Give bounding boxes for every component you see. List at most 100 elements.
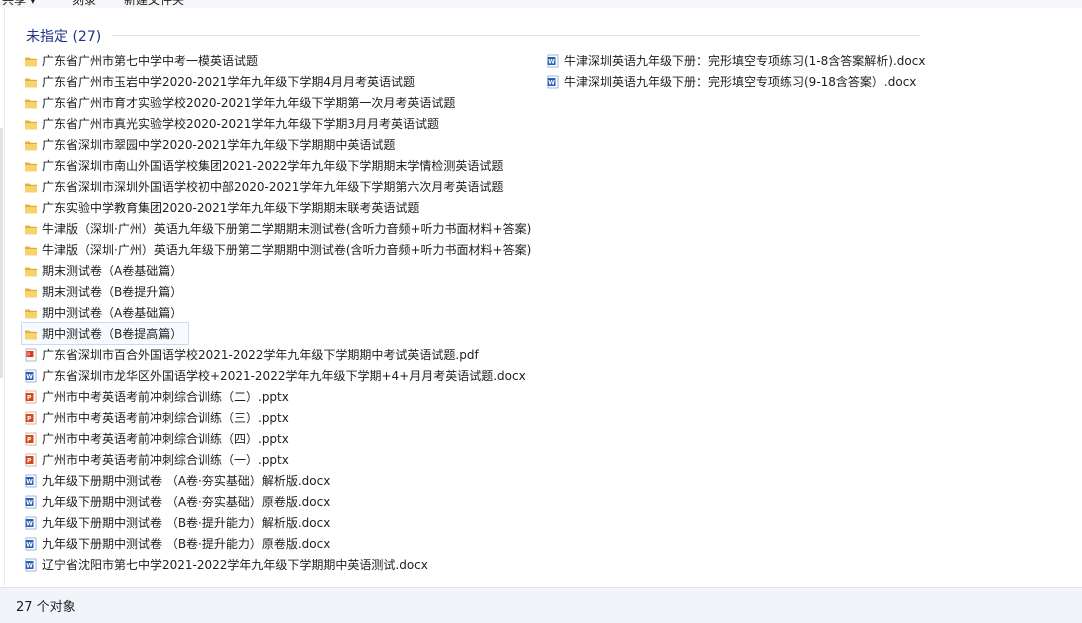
file-name: 广州市中考英语考前冲刺综合训练（四）.pptx	[42, 432, 289, 446]
share-button[interactable]: 共享 ▾	[2, 0, 36, 8]
svg-text:W: W	[26, 478, 33, 485]
file-item[interactable]: 期中测试卷（B卷提高篇）	[21, 322, 189, 345]
folder-icon	[24, 180, 38, 194]
group-header[interactable]: 未指定 (27)	[26, 26, 101, 46]
folder-icon	[24, 54, 38, 68]
svg-text:W: W	[26, 499, 33, 506]
item-count: 27 个对象	[16, 600, 76, 615]
file-name: 广东省深圳市龙华区外国语学校+2021-2022学年九年级下学期+4+月月考英语…	[42, 369, 526, 383]
word-file-icon: W	[24, 495, 38, 509]
file-item[interactable]: 广东省深圳市深圳外国语学校初中部2020-2021学年九年级下学期第六次月考英语…	[22, 176, 532, 197]
file-item[interactable]: 广东省深圳市南山外国语学校集团2021-2022学年九年级下学期期末学情检测英语…	[22, 155, 532, 176]
svg-text:P: P	[27, 436, 32, 443]
svg-text:P: P	[27, 351, 30, 357]
file-name: 广东省深圳市深圳外国语学校初中部2020-2021学年九年级下学期第六次月考英语…	[42, 180, 504, 194]
file-item[interactable]: W 牛津深圳英语九年级下册：完形填空专项练习(9-18含答案）.docx	[544, 71, 934, 92]
file-name: 广东省广州市第七中学中考一模英语试题	[42, 54, 259, 68]
svg-text:W: W	[26, 541, 33, 548]
file-item[interactable]: W 九年级下册期中测试卷 （B卷·提升能力）原卷版.docx	[22, 533, 532, 554]
file-name: 广东省广州市玉岩中学2020-2021学年九年级下学期4月月考英语试题	[42, 75, 416, 89]
folder-icon	[24, 243, 38, 257]
file-name: 九年级下册期中测试卷 （A卷·夯实基础）原卷版.docx	[42, 495, 331, 509]
scroll-thumb[interactable]	[0, 128, 3, 378]
word-file-icon: W	[24, 537, 38, 551]
svg-text:P: P	[27, 394, 32, 401]
file-name: 广东省深圳市南山外国语学校集团2021-2022学年九年级下学期期末学情检测英语…	[42, 159, 504, 173]
file-item[interactable]: 牛津版（深圳·广州）英语九年级下册第二学期期末测试卷(含听力音频+听力书面材料+…	[22, 218, 532, 239]
file-name: 期末测试卷（A卷基础篇）	[42, 264, 183, 278]
word-file-icon: W	[546, 75, 560, 89]
folder-icon	[24, 264, 38, 278]
folder-icon	[24, 159, 38, 173]
folder-icon	[24, 138, 38, 152]
file-name: 牛津深圳英语九年级下册：完形填空专项练习(9-18含答案）.docx	[564, 75, 917, 89]
file-item[interactable]: 广东实验中学教育集团2020-2021学年九年级下学期期末联考英语试题	[22, 197, 532, 218]
folder-icon	[24, 222, 38, 236]
file-name: 九年级下册期中测试卷 （B卷·提升能力）解析版.docx	[42, 516, 331, 530]
file-name: 广州市中考英语考前冲刺综合训练（二）.pptx	[42, 390, 289, 404]
file-item[interactable]: W 九年级下册期中测试卷 （B卷·提升能力）解析版.docx	[22, 512, 532, 533]
file-name: 广东实验中学教育集团2020-2021学年九年级下学期期末联考英语试题	[42, 201, 420, 215]
folder-icon	[24, 306, 38, 320]
file-item[interactable]: P 广州市中考英语考前冲刺综合训练（一）.pptx	[22, 449, 532, 470]
word-file-icon: W	[24, 558, 38, 572]
svg-text:W: W	[548, 58, 555, 65]
file-item[interactable]: 广东省广州市真光实验学校2020-2021学年九年级下学期3月月考英语试题	[22, 113, 532, 134]
file-item[interactable]: P 广州市中考英语考前冲刺综合训练（二）.pptx	[22, 386, 532, 407]
svg-text:W: W	[26, 373, 33, 380]
file-name: 广州市中考英语考前冲刺综合训练（一）.pptx	[42, 453, 289, 467]
folder-icon	[24, 75, 38, 89]
file-name: 广州市中考英语考前冲刺综合训练（三）.pptx	[42, 411, 289, 425]
file-name: 广东省广州市育才实验学校2020-2021学年九年级下学期第一次月考英语试题	[42, 96, 456, 110]
burn-button[interactable]: 刻录	[72, 0, 96, 8]
file-name: 广东省深圳市翠园中学2020-2021学年九年级下学期期中英语试题	[42, 138, 396, 152]
file-item[interactable]: 期末测试卷（B卷提升篇）	[22, 281, 532, 302]
file-item[interactable]: 期中测试卷（A卷基础篇）	[22, 302, 532, 323]
file-name: 牛津版（深圳·广州）英语九年级下册第二学期期末测试卷(含听力音频+听力书面材料+…	[42, 222, 532, 236]
new-folder-button[interactable]: 新建文件夹	[124, 0, 184, 8]
powerpoint-file-icon: P	[24, 453, 38, 467]
file-item[interactable]: 广东省广州市育才实验学校2020-2021学年九年级下学期第一次月考英语试题	[22, 92, 532, 113]
word-file-icon: W	[546, 54, 560, 68]
file-name: 期末测试卷（B卷提升篇）	[42, 285, 183, 299]
folder-icon	[24, 96, 38, 110]
svg-text:P: P	[27, 415, 32, 422]
group-divider	[112, 35, 920, 36]
file-item[interactable]: W 九年级下册期中测试卷 （A卷·夯实基础）原卷版.docx	[22, 491, 532, 512]
word-file-icon: W	[24, 369, 38, 383]
file-name: 牛津深圳英语九年级下册：完形填空专项练习(1-8含答案解析).docx	[564, 54, 926, 68]
folder-icon	[24, 201, 38, 215]
file-item[interactable]: 牛津版（深圳·广州）英语九年级下册第二学期期中测试卷(含听力音频+听力书面材料+…	[22, 239, 532, 260]
word-file-icon: W	[24, 474, 38, 488]
file-name: 九年级下册期中测试卷 （B卷·提升能力）原卷版.docx	[42, 537, 331, 551]
file-item[interactable]: W 九年级下册期中测试卷 （A卷·夯实基础）解析版.docx	[22, 470, 532, 491]
file-item[interactable]: W 牛津深圳英语九年级下册：完形填空专项练习(1-8含答案解析).docx	[544, 50, 934, 71]
svg-text:P: P	[27, 457, 32, 464]
file-item[interactable]: 期末测试卷（A卷基础篇）	[22, 260, 532, 281]
status-bar: 27 个对象	[0, 587, 1082, 623]
folder-icon	[24, 327, 38, 341]
file-name: 牛津版（深圳·广州）英语九年级下册第二学期期中测试卷(含听力音频+听力书面材料+…	[42, 243, 532, 257]
file-list-column-2: W 牛津深圳英语九年级下册：完形填空专项练习(1-8含答案解析).docx W 牛津深…	[544, 50, 934, 92]
file-name: 广东省深圳市百合外国语学校2021-2022学年九年级下学期期中考试英语试题.p…	[42, 348, 479, 362]
folder-icon	[24, 285, 38, 299]
powerpoint-file-icon: P	[24, 432, 38, 446]
file-item[interactable]: P 广东省深圳市百合外国语学校2021-2022学年九年级下学期期中考试英语试题.…	[22, 344, 532, 365]
file-item[interactable]: W 广东省深圳市龙华区外国语学校+2021-2022学年九年级下学期+4+月月考英…	[22, 365, 532, 386]
svg-text:W: W	[26, 520, 33, 527]
file-name: 期中测试卷（B卷提高篇）	[42, 327, 183, 341]
svg-text:W: W	[548, 79, 555, 86]
file-item[interactable]: P 广州市中考英语考前冲刺综合训练（三）.pptx	[22, 407, 532, 428]
file-name: 期中测试卷（A卷基础篇）	[42, 306, 183, 320]
pdf-file-icon: P	[24, 348, 38, 362]
file-item[interactable]: P 广州市中考英语考前冲刺综合训练（四）.pptx	[22, 428, 532, 449]
file-name: 九年级下册期中测试卷 （A卷·夯实基础）解析版.docx	[42, 474, 331, 488]
file-item[interactable]: W 辽宁省沈阳市第七中学2021-2022学年九年级下学期期中英语测试.docx	[22, 554, 532, 575]
file-item[interactable]: 广东省深圳市翠园中学2020-2021学年九年级下学期期中英语试题	[22, 134, 532, 155]
file-item[interactable]: 广东省广州市第七中学中考一模英语试题	[22, 50, 532, 71]
word-file-icon: W	[24, 516, 38, 530]
file-item[interactable]: 广东省广州市玉岩中学2020-2021学年九年级下学期4月月考英语试题	[22, 71, 532, 92]
powerpoint-file-icon: P	[24, 390, 38, 404]
file-name: 广东省广州市真光实验学校2020-2021学年九年级下学期3月月考英语试题	[42, 117, 440, 131]
scroll-rail[interactable]	[0, 8, 5, 586]
